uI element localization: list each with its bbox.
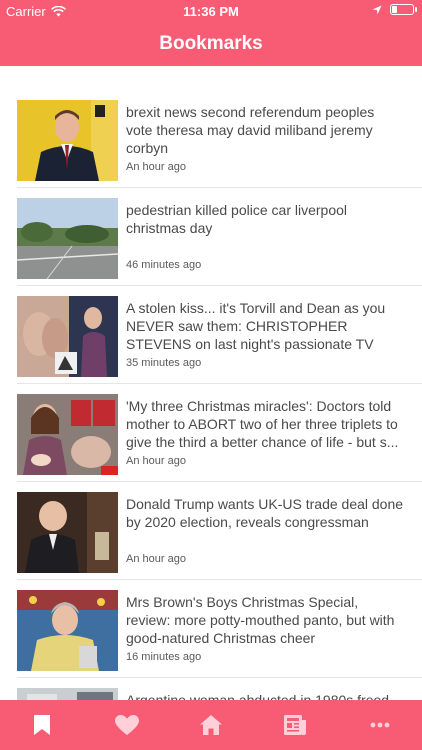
status-right-group	[372, 4, 417, 15]
newspaper-icon	[284, 715, 307, 735]
battery-icon	[390, 4, 417, 15]
article-headline: A stolen kiss... it's Torvill and Dean a…	[126, 300, 386, 352]
list-item[interactable]: brexit news second referendum peoples vo…	[0, 90, 422, 188]
list-item[interactable]: 'My three Christmas miracles': Doctors t…	[0, 384, 422, 482]
page-title: Bookmarks	[159, 33, 263, 54]
list-item[interactable]: A stolen kiss... it's Torvill and Dean a…	[0, 286, 422, 384]
article-headline: pedestrian killed police car liverpool c…	[126, 202, 348, 236]
list-item[interactable]: Mrs Brown's Boys Christmas Special, revi…	[0, 580, 422, 678]
list-item[interactable]: Donald Trump wants UK-US trade deal done…	[0, 482, 422, 580]
more-icon	[370, 722, 390, 728]
status-bar: Carrier 11:36 PM	[0, 0, 422, 22]
article-headline: brexit news second referendum peoples vo…	[126, 104, 375, 156]
tab-home[interactable]	[169, 700, 253, 750]
tab-bookmarks[interactable]	[0, 700, 84, 750]
list-item[interactable]: Argentine woman abducted in 1980s freed	[0, 678, 422, 700]
article-time: 35 minutes ago	[126, 357, 202, 369]
status-time: 11:36 PM	[183, 4, 239, 19]
heart-icon	[114, 715, 139, 735]
location-arrow-icon	[372, 5, 382, 14]
article-headline: Donald Trump wants UK-US trade deal done…	[126, 496, 404, 530]
tab-news[interactable]	[253, 700, 337, 750]
article-thumbnail	[17, 296, 118, 377]
tab-more[interactable]	[338, 700, 422, 750]
article-headline: Mrs Brown's Boys Christmas Special, revi…	[126, 594, 395, 646]
nav-header: Carrier 11:36 PM Bookmarks	[0, 0, 422, 66]
article-time: An hour ago	[126, 455, 186, 467]
article-thumbnail	[17, 492, 118, 573]
article-thumbnail	[17, 590, 118, 671]
list-item[interactable]: pedestrian killed police car liverpool c…	[0, 188, 422, 286]
home-icon	[200, 715, 223, 735]
tab-favorites[interactable]	[84, 700, 168, 750]
article-time: An hour ago	[126, 553, 186, 565]
article-headline: Argentine woman abducted in 1980s freed	[126, 692, 390, 700]
article-thumbnail	[17, 394, 118, 475]
article-time: An hour ago	[126, 161, 186, 173]
article-headline: 'My three Christmas miracles': Doctors t…	[126, 398, 399, 450]
article-time: 46 minutes ago	[126, 259, 202, 271]
article-thumbnail	[17, 198, 118, 279]
article-time: 16 minutes ago	[126, 651, 202, 663]
article-thumbnail	[17, 100, 118, 181]
article-thumbnail	[17, 688, 118, 700]
bookmark-icon	[34, 715, 51, 735]
bookmark-list[interactable]: brexit news second referendum peoples vo…	[0, 66, 422, 700]
tab-bar	[0, 700, 422, 750]
